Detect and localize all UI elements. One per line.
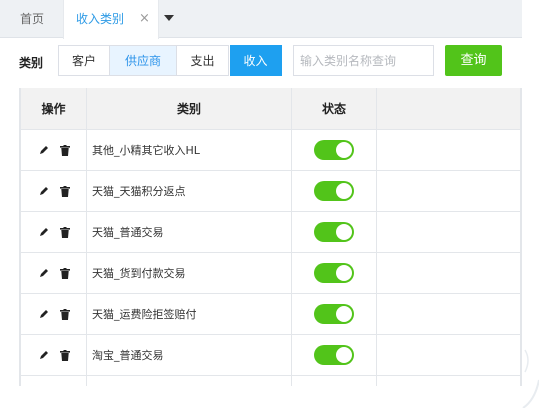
filter-label: 类别 [19, 56, 44, 70]
row-actions [20, 333, 87, 376]
row-actions [20, 292, 87, 335]
header-category: 类别 [86, 88, 292, 130]
header-ops: 操作 [20, 88, 87, 130]
query-button[interactable]: 查询 [445, 45, 502, 76]
tab-bar: 首页 收入类别 × [0, 0, 522, 39]
row-status [291, 333, 377, 376]
header-empty [376, 88, 521, 130]
row-category-name: 天猫_天猫积分返点 [86, 169, 292, 212]
tab-home[interactable]: 首页 [20, 0, 44, 38]
toggle-knob [336, 346, 352, 363]
table-header: 操作 类别 状态 [20, 88, 521, 130]
table-row: 天猫_货到付款交易 [20, 251, 521, 294]
filter-income-button[interactable]: 收入 [230, 45, 282, 76]
trash-icon[interactable] [59, 226, 70, 238]
table-row [20, 374, 521, 386]
status-toggle[interactable] [314, 221, 354, 242]
toggle-knob [336, 264, 352, 281]
tab-income-category-label: 收入类别 [76, 12, 125, 26]
row-category-name: 天猫_运费险拒签赔付 [86, 292, 292, 335]
row-actions [20, 169, 87, 212]
row-empty-cell [376, 251, 521, 294]
trash-icon[interactable] [59, 267, 70, 279]
row-status [291, 210, 377, 253]
category-table: 操作 类别 状态 其他_小精其它收入HL 天猫_天猫积分返点 天猫_普通交易 天猫_货… [19, 88, 522, 386]
edit-icon[interactable] [38, 144, 50, 156]
table-row: 天猫_天猫积分返点 [20, 169, 521, 212]
row-empty-cell [376, 169, 521, 212]
row-actions [20, 374, 87, 386]
row-category-name: 天猫_普通交易 [86, 210, 292, 253]
edit-icon[interactable] [38, 349, 50, 361]
status-toggle[interactable] [314, 139, 354, 160]
row-category-name: 其他_小精其它收入HL [86, 128, 292, 171]
decorative-curve [522, 349, 539, 408]
row-empty-cell [376, 292, 521, 335]
trash-icon[interactable] [59, 185, 70, 197]
status-toggle[interactable] [314, 344, 354, 365]
filter-expense-button[interactable]: 支出 [177, 45, 229, 76]
toggle-knob [336, 182, 352, 199]
row-empty-cell [376, 333, 521, 376]
edit-icon[interactable] [38, 267, 50, 279]
search-input[interactable] [293, 45, 434, 76]
row-empty-cell [376, 210, 521, 253]
tab-income-category[interactable]: 收入类别 × [63, 0, 159, 39]
close-icon[interactable]: × [139, 0, 150, 38]
edit-icon[interactable] [38, 226, 50, 238]
row-status [291, 292, 377, 335]
edit-icon[interactable] [38, 308, 50, 320]
row-empty-cell [376, 128, 521, 171]
row-category-name [86, 374, 292, 386]
status-toggle[interactable] [314, 303, 354, 324]
header-status: 状态 [291, 88, 377, 130]
status-toggle[interactable] [314, 262, 354, 283]
filter-supplier-button[interactable]: 供应商 [110, 45, 177, 76]
table-row: 其他_小精其它收入HL [20, 128, 521, 171]
toggle-knob [336, 141, 352, 158]
chevron-down-icon[interactable] [164, 15, 174, 21]
trash-icon[interactable] [59, 144, 70, 156]
toggle-knob [336, 223, 352, 240]
row-status [291, 251, 377, 294]
table-row: 淘宝_普通交易 [20, 333, 521, 376]
table-row: 天猫_普通交易 [20, 210, 521, 253]
row-category-name: 淘宝_普通交易 [86, 333, 292, 376]
trash-icon[interactable] [59, 349, 70, 361]
row-actions [20, 128, 87, 171]
edit-icon[interactable] [38, 185, 50, 197]
row-status [291, 374, 377, 386]
row-actions [20, 251, 87, 294]
toggle-knob [336, 305, 352, 322]
row-empty-cell [376, 374, 521, 386]
row-category-name: 天猫_货到付款交易 [86, 251, 292, 294]
status-toggle[interactable] [314, 180, 354, 201]
row-actions [20, 210, 87, 253]
table-row: 天猫_运费险拒签赔付 [20, 292, 521, 335]
trash-icon[interactable] [59, 308, 70, 320]
row-status [291, 128, 377, 171]
row-status [291, 169, 377, 212]
filter-customer-button[interactable]: 客户 [58, 45, 110, 76]
